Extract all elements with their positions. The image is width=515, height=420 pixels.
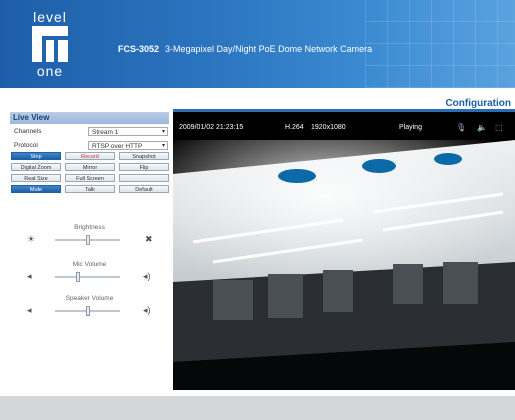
flip-button[interactable]: Flip [119,163,169,171]
channels-label: Channels [14,128,42,135]
digital-zoom-button[interactable]: Digital Zoom [11,163,61,171]
channels-row: Channels Stream 1 ▾ [10,124,169,138]
mirror-button[interactable]: Mirror [65,163,115,171]
logo-text-top: level [33,9,67,25]
volume-low-icon: ◂ [27,271,32,281]
brightness-slider-thumb[interactable] [85,235,90,245]
product-title: FCS-3052 3-Megapixel Day/Night PoE Dome N… [118,44,372,54]
brand-logo: level one [30,10,70,78]
chevron-down-icon: ▾ [161,129,165,135]
real-size-button[interactable]: Real Size [11,174,61,182]
model-name: FCS-3052 [118,44,160,54]
volume-high-icon: ◂) [143,271,151,281]
mute-button[interactable]: Mute [11,185,61,193]
live-video-panel[interactable]: 2009/01/02 21:23:15 H.264 1920x1080 Play… [173,112,515,390]
volume-high-icon: ◂) [143,305,151,315]
configuration-link[interactable]: Configuration [445,98,511,109]
logo-text-bottom: one [36,63,64,79]
protocol-row: Protocol RTSP over HTTP ▾ [10,138,169,152]
page-footer [0,396,515,420]
record-button[interactable]: Record [65,152,115,160]
header-banner: level one FCS-3052 3-Megapixel Day/Night … [0,0,515,88]
protocol-label: Protocol [14,142,38,149]
stop-button[interactable]: Stop [11,152,61,160]
protocol-value: RTSP over HTTP [92,143,143,150]
talk-button[interactable]: Talk [65,185,115,193]
channels-select[interactable]: Stream 1 ▾ [88,127,168,136]
default-button[interactable]: Default [119,185,169,193]
brightness-high-icon: ✖ [145,234,153,244]
snapshot-button[interactable]: Snapshot [119,152,169,160]
speaker-volume-label: Speaker Volume [65,295,114,302]
camera-feed-image [173,140,515,390]
live-view-title: Live View [10,112,169,124]
speaker-volume-slider-thumb[interactable] [85,306,90,316]
mic-volume-slider-thumb[interactable] [75,272,80,282]
channels-value: Stream 1 [92,129,119,136]
mic-volume-label: Mic Volume [72,261,107,268]
disabled-button [119,174,169,182]
logo-mark [32,26,68,62]
product-description: 3-Megapixel Day/Night PoE Dome Network C… [165,44,373,54]
brightness-label: Brightness [74,224,105,231]
volume-low-icon: ◂ [27,305,32,315]
protocol-select[interactable]: RTSP over HTTP ▾ [88,141,168,150]
brightness-low-icon: ☀ [27,234,36,244]
live-view-panel: Live View Channels Stream 1 ▾ Protocol R… [10,112,169,322]
full-screen-button[interactable]: Full Screen [65,174,115,182]
mic-volume-track[interactable] [55,276,120,278]
banner-decoration [365,0,515,88]
chevron-down-icon: ▾ [161,143,165,149]
